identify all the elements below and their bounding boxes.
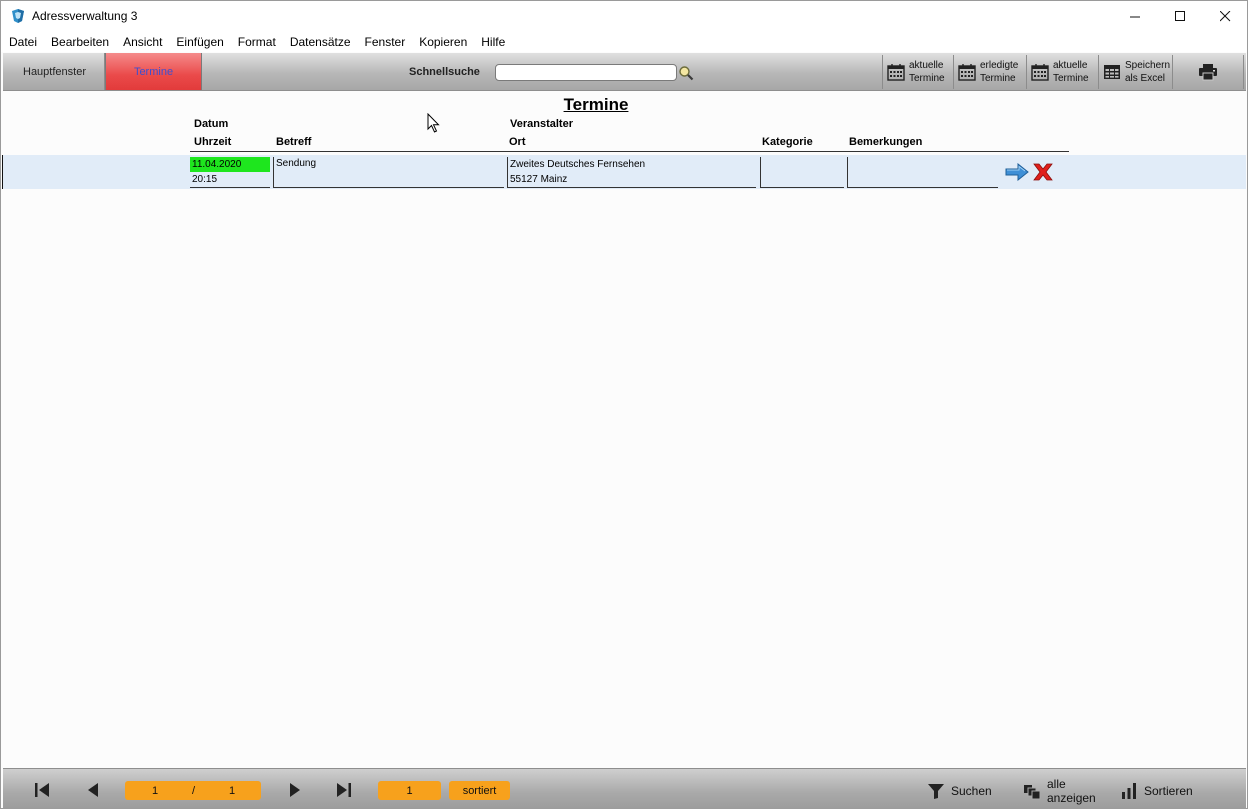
- btn-label-line1: aktuelle: [1053, 60, 1088, 71]
- filter-icon: [928, 784, 944, 799]
- cell-veranstalter-ort[interactable]: Zweites Deutsches Fernsehen 55127 Mainz: [507, 157, 756, 188]
- open-record-arrow-icon[interactable]: [1005, 163, 1029, 181]
- bar-chart-icon: [1122, 783, 1136, 799]
- printer-icon: [1199, 64, 1217, 81]
- btn-label-line1: aktuelle: [909, 60, 944, 71]
- calendar-icon: [887, 64, 905, 81]
- search-button[interactable]: Suchen: [927, 777, 992, 805]
- cell-bemerkungen[interactable]: [847, 157, 998, 188]
- sort-status-badge[interactable]: sortiert: [449, 781, 510, 800]
- btn-label-line1: Speichern: [1125, 60, 1171, 71]
- header-datum: Datum: [194, 118, 229, 130]
- tab-termine[interactable]: Termine: [105, 53, 202, 90]
- stacked-pages-icon: [1024, 785, 1041, 800]
- close-button[interactable]: [1202, 1, 1248, 32]
- calendar-icon: [1031, 64, 1049, 81]
- mouse-cursor-icon: [427, 113, 440, 133]
- completed-appointments-button[interactable]: erledigte Termine: [953, 55, 1025, 89]
- calendar-icon: [958, 64, 976, 81]
- search-icon[interactable]: [678, 65, 694, 81]
- cell-ort: 55127 Mainz: [510, 174, 568, 185]
- record-separator: /: [192, 784, 196, 797]
- sort-button-label: Sortieren: [1144, 784, 1193, 798]
- show-all-button[interactable]: alle anzeigen: [1023, 777, 1096, 805]
- header-ort: Ort: [509, 136, 526, 148]
- show-all-label-line1: alle: [1047, 777, 1066, 791]
- header-uhrzeit: Uhrzeit: [194, 136, 232, 148]
- menu-bearbeiten[interactable]: Bearbeiten: [44, 32, 116, 52]
- quick-search-label: Schnellsuche: [409, 66, 480, 78]
- show-all-label-line2: anzeigen: [1047, 791, 1096, 805]
- menu-bar: Datei Bearbeiten Ansicht Einfügen Format…: [1, 32, 1247, 52]
- btn-label-line2: Termine: [980, 73, 1016, 84]
- menu-datei[interactable]: Datei: [2, 32, 44, 52]
- bottom-bar: 1 / 1 1 sortiert Suchen alle anzeigen So…: [3, 768, 1246, 809]
- last-record-icon[interactable]: [335, 781, 353, 799]
- record-count: 1: [378, 781, 441, 800]
- sort-button[interactable]: Sortieren: [1120, 777, 1193, 805]
- menu-fenster[interactable]: Fenster: [358, 32, 413, 52]
- next-record-icon[interactable]: [285, 781, 303, 799]
- minimize-button[interactable]: [1112, 1, 1158, 32]
- cell-uhrzeit[interactable]: 20:15: [190, 172, 270, 188]
- current-appointments-button[interactable]: aktuelle Termine: [882, 55, 952, 89]
- page-title: Termine: [563, 95, 629, 114]
- toolbar: Hauptfenster Termine Schnellsuche aktuel…: [3, 53, 1246, 91]
- app-window: Adressverwaltung 3 Datei Bearbeiten Ansi…: [0, 0, 1248, 809]
- cell-betreff[interactable]: Sendung: [273, 157, 504, 188]
- quick-search-input[interactable]: [495, 64, 677, 81]
- minimize-icon: [1129, 16, 1140, 18]
- btn-label-line2: als Excel: [1125, 73, 1166, 84]
- btn-label-line2: Termine: [1053, 73, 1089, 84]
- save-as-excel-button[interactable]: Speichern als Excel: [1098, 55, 1171, 89]
- maximize-button[interactable]: [1157, 1, 1203, 32]
- cell-veranstalter: Zweites Deutsches Fernsehen: [510, 159, 646, 170]
- print-button[interactable]: [1172, 55, 1244, 89]
- app-logo-icon: [12, 9, 24, 23]
- record-current: 1: [152, 784, 159, 797]
- menu-kopieren[interactable]: Kopieren: [412, 32, 474, 52]
- previous-record-icon[interactable]: [85, 781, 103, 799]
- menu-hilfe[interactable]: Hilfe: [474, 32, 512, 52]
- table-row[interactable]: 11.04.2020 20:15 Sendung Zweites Deutsch…: [3, 155, 1246, 189]
- current-appointments-button-2[interactable]: aktuelle Termine: [1026, 55, 1097, 89]
- maximize-icon: [1174, 11, 1185, 21]
- close-icon: [1219, 11, 1230, 22]
- header-bemerkungen: Bemerkungen: [849, 136, 923, 148]
- header-betreff: Betreff: [276, 136, 312, 148]
- cell-kategorie[interactable]: [760, 157, 844, 188]
- cell-datum[interactable]: 11.04.2020: [190, 157, 270, 172]
- menu-ansicht[interactable]: Ansicht: [116, 32, 169, 52]
- menu-format[interactable]: Format: [231, 32, 283, 52]
- delete-x-icon[interactable]: [1033, 163, 1053, 181]
- window-title: Adressverwaltung 3: [32, 9, 138, 23]
- table-icon: [1104, 65, 1120, 79]
- search-button-label: Suchen: [951, 784, 992, 798]
- title-bar: Adressverwaltung 3: [1, 1, 1247, 32]
- first-record-icon[interactable]: [33, 781, 51, 799]
- appointments-view: Termine Datum Uhrzeit Betreff Veranstalt…: [2, 92, 1246, 767]
- menu-datensaetze[interactable]: Datensätze: [283, 32, 358, 52]
- btn-label-line1: erledigte: [980, 60, 1019, 71]
- record-position[interactable]: 1 / 1: [125, 781, 261, 800]
- tab-hauptfenster[interactable]: Hauptfenster: [5, 53, 105, 90]
- header-kategorie: Kategorie: [762, 136, 813, 148]
- header-divider: [190, 151, 1069, 152]
- record-total: 1: [229, 784, 236, 797]
- header-veranstalter: Veranstalter: [510, 118, 573, 130]
- menu-einfuegen[interactable]: Einfügen: [169, 32, 230, 52]
- btn-label-line2: Termine: [909, 73, 945, 84]
